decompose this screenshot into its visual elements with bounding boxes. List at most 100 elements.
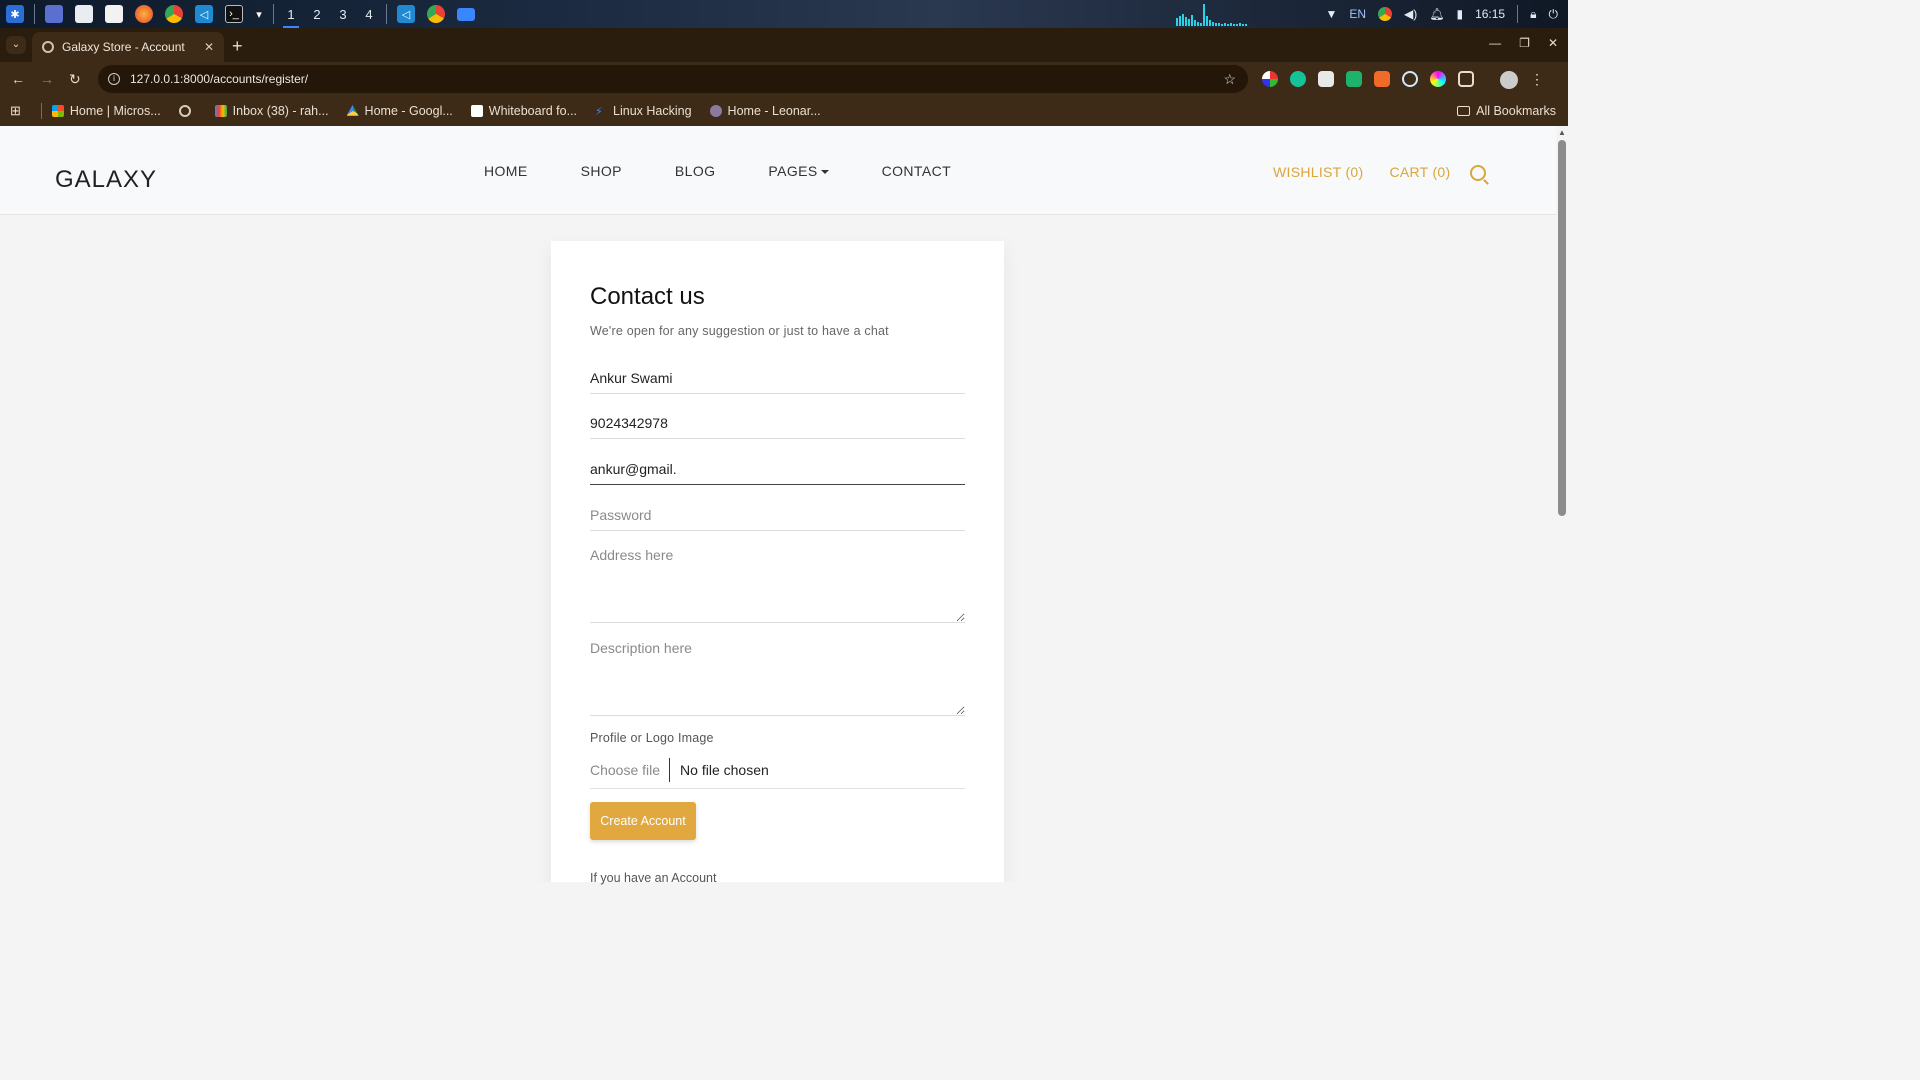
scroll-up-icon[interactable]: ▲ [1558,128,1566,137]
extensions-row: ⋮ [1262,71,1544,89]
nav-shop[interactable]: SHOP [581,163,622,179]
file-input[interactable]: Choose file No file chosen [590,751,965,789]
email-input[interactable] [590,453,965,485]
kebab-menu-icon[interactable]: ⋮ [1530,71,1544,89]
gmail-icon [214,105,227,117]
bookmark-item[interactable]: Home - Googl... [346,104,453,118]
description-textarea[interactable] [590,638,965,716]
nav-home[interactable]: HOME [484,163,528,179]
phone-input[interactable] [590,407,965,439]
bookmark-item[interactable]: Home | Micros... [51,104,161,118]
lock-icon[interactable]: 🔒︎ [1530,7,1536,22]
tab-search-button[interactable]: ⌄ [6,36,26,54]
close-window-icon[interactable]: ✕ [1548,36,1558,50]
workspace-3[interactable]: 3 [330,7,356,22]
vscode-icon[interactable]: ◁ [195,5,213,23]
minimize-icon[interactable]: — [1489,36,1501,50]
link-icon: ⚡︎ [595,106,603,118]
bookmark-item[interactable]: Inbox (38) - rah... [214,104,329,118]
globe-icon [178,105,191,117]
chrome-window-icon[interactable] [427,5,445,23]
terminal-icon[interactable]: ›_ [225,5,243,23]
wishlist-link[interactable]: WISHLIST (0) [1273,164,1363,180]
vscode-window-icon[interactable]: ◁ [397,5,415,23]
workspace-2[interactable]: 2 [304,7,330,22]
clipboard-icon[interactable]: ▮ [1456,7,1463,21]
chevron-down-icon[interactable]: ▾ [255,5,263,23]
folder-window-icon[interactable] [457,7,475,21]
bookmark-label: Home - Leonar... [727,104,821,118]
workspace-1[interactable]: 1 [278,7,304,28]
scrollbar-thumb[interactable] [1558,140,1566,516]
nav-pages-label: PAGES [768,163,818,179]
cart-link[interactable]: CART (0) [1389,164,1450,180]
site-info-icon[interactable]: i [108,73,120,85]
bookmark-item[interactable]: Whiteboard fo... [470,104,577,118]
bookmark-label: Linux Hacking [613,104,692,118]
taskbar-separator [34,4,35,24]
file-status: No file chosen [680,761,769,778]
window-resizer-extension-icon[interactable] [1318,71,1334,87]
all-bookmarks-label: All Bookmarks [1476,104,1556,118]
folder-icon [1457,106,1471,116]
bookmark-label: Home - Googl... [364,104,453,118]
window-controls: — ❐ ✕ [1489,36,1558,50]
maximize-icon[interactable]: ❐ [1519,36,1530,50]
workspace-4[interactable]: 4 [356,7,382,22]
language-indicator[interactable]: EN [1349,7,1366,21]
choose-file-button[interactable]: Choose file [590,757,671,782]
nav-pages[interactable]: PAGES [768,163,829,179]
extensions-puzzle-icon[interactable] [1458,71,1474,87]
close-tab-icon[interactable]: ✕ [204,40,214,54]
chrome-tray-icon[interactable] [1378,7,1392,21]
main-nav: HOME SHOP BLOG PAGES CONTACT [484,163,1004,179]
volume-icon[interactable]: ◀) [1404,7,1417,21]
reload-icon[interactable]: ↻ [69,71,81,88]
all-bookmarks-button[interactable]: All Bookmarks [1457,104,1556,118]
app-launcher-icon[interactable]: ✱ [6,5,24,23]
record-extension-icon[interactable] [1346,71,1362,87]
firefox-icon[interactable] [135,5,153,23]
back-arrow-icon[interactable]: ← [11,71,25,87]
react-devtools-extension-icon[interactable] [1402,71,1418,87]
audio-visualizer [1176,4,1302,26]
bookmark-item[interactable]: ⚡︎ Linux Hacking [595,104,692,118]
bookmark-item[interactable]: Home - Leonar... [709,104,821,118]
bookmark-label: Inbox (38) - rah... [232,104,329,118]
browser-tab-active[interactable]: Galaxy Store - Account ✕ [32,32,224,62]
grammarly-extension-icon[interactable] [1290,71,1306,87]
site-logo[interactable]: GALAXY [55,166,157,194]
apps-grid-icon[interactable]: ⊞ [10,103,21,119]
globe-icon [42,41,54,53]
browser-tab-strip: ⌄ Galaxy Store - Account ✕ + — ❐ ✕ [0,28,1568,62]
bookmark-item[interactable] [178,105,197,117]
notes-extension-icon[interactable] [1374,71,1390,87]
nav-contact[interactable]: CONTACT [882,163,951,179]
search-icon[interactable] [1470,165,1487,181]
clock[interactable]: 16:15 [1475,7,1505,21]
caret-down-icon [820,170,829,175]
system-tray: ▼ EN ◀) 🔔︎ ▮ 16:15 🔒︎ ⏻ [1325,0,1568,28]
new-tab-button[interactable]: + [232,36,243,57]
chrome-icon[interactable] [165,5,183,23]
nav-blog[interactable]: BLOG [675,163,716,179]
password-input[interactable] [590,499,965,531]
document-viewer-icon[interactable] [105,5,123,23]
desktop-icon[interactable] [45,5,63,23]
power-icon[interactable]: ⏻ [1549,7,1559,22]
forward-arrow-icon[interactable]: → [40,71,54,87]
page-scrollbar[interactable]: ▲ [1556,126,1568,882]
color-picker-extension-icon[interactable] [1430,71,1446,87]
url-text: 127.0.0.1:8000/accounts/register/ [130,72,309,86]
create-account-button[interactable]: Create Account [590,802,696,840]
header-actions: WISHLIST (0) CART (0) [1273,163,1487,181]
name-input[interactable] [590,362,965,394]
colorzilla-extension-icon[interactable] [1262,71,1278,87]
bookmark-star-icon[interactable]: ☆ [1223,71,1236,88]
profile-avatar[interactable] [1500,71,1518,89]
address-bar[interactable]: i 127.0.0.1:8000/accounts/register/ ☆ [98,65,1248,93]
notification-bell-icon[interactable]: 🔔︎ [1429,7,1444,21]
address-textarea[interactable] [590,545,965,623]
file-manager-icon[interactable] [75,5,93,23]
wifi-icon[interactable]: ▼ [1325,7,1337,21]
